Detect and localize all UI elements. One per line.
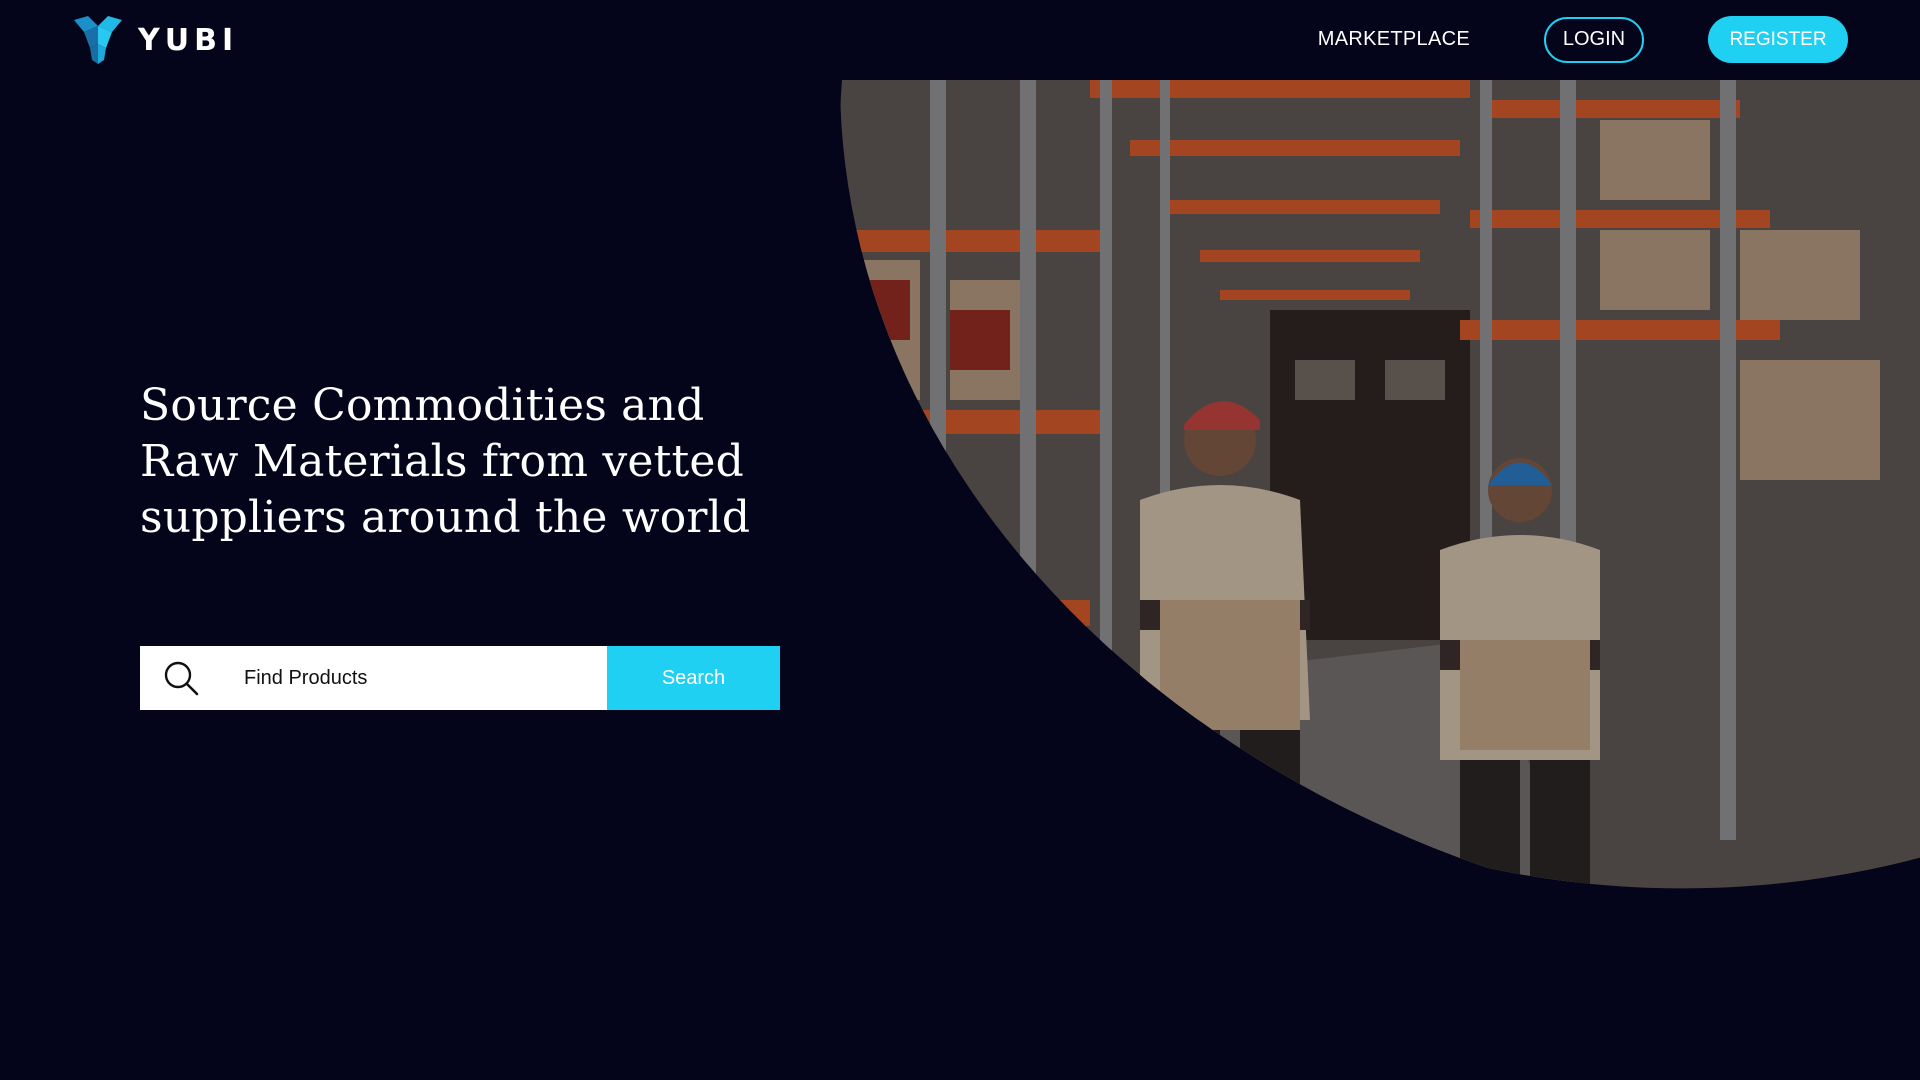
warehouse-workers-photo bbox=[840, 80, 1920, 889]
marketplace-link[interactable]: MARKETPLACE bbox=[1318, 28, 1470, 51]
register-button[interactable]: REGISTER bbox=[1708, 16, 1848, 63]
hero-headline: Source Commodities and Raw Materials fro… bbox=[140, 380, 751, 543]
brand-name: YUBI bbox=[138, 22, 239, 58]
top-nav: MARKETPLACE LOGIN REGISTER bbox=[1318, 16, 1848, 63]
search-field[interactable] bbox=[140, 646, 607, 710]
yubi-logo[interactable]: YUBI bbox=[70, 14, 238, 66]
search-input[interactable] bbox=[244, 666, 544, 690]
search-button[interactable]: Search bbox=[607, 646, 780, 710]
search-icon bbox=[164, 661, 199, 696]
login-button[interactable]: LOGIN bbox=[1544, 16, 1644, 63]
yubi-logo-icon bbox=[74, 16, 122, 64]
product-search: Search bbox=[140, 646, 780, 710]
